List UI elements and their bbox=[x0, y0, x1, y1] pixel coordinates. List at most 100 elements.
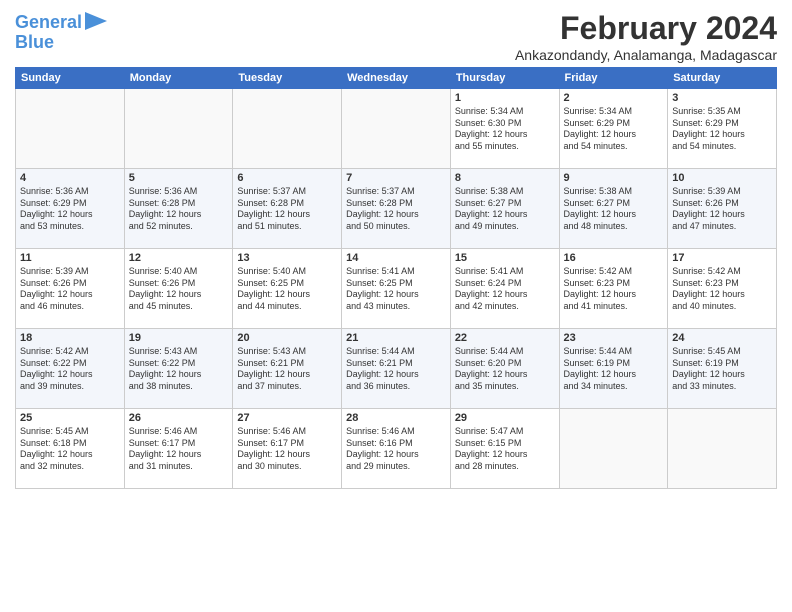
day-number: 22 bbox=[455, 332, 555, 344]
calendar-cell: 20 Sunrise: 5:43 AM Sunset: 6:21 PM Dayli… bbox=[233, 329, 342, 409]
col-header-sunday: Sunday bbox=[16, 68, 125, 89]
calendar-cell: 22 Sunrise: 5:44 AM Sunset: 6:20 PM Dayli… bbox=[450, 329, 559, 409]
col-header-monday: Monday bbox=[124, 68, 233, 89]
week-row-3: 18 Sunrise: 5:42 AM Sunset: 6:22 PM Dayli… bbox=[16, 329, 777, 409]
calendar-cell bbox=[559, 409, 668, 489]
calendar-cell: 24 Sunrise: 5:45 AM Sunset: 6:19 PM Dayli… bbox=[668, 329, 777, 409]
day-info: Sunrise: 5:38 AM Sunset: 6:27 PM Dayligh… bbox=[455, 186, 555, 233]
calendar-cell: 3 Sunrise: 5:35 AM Sunset: 6:29 PM Daylig… bbox=[668, 89, 777, 169]
day-info: Sunrise: 5:43 AM Sunset: 6:21 PM Dayligh… bbox=[237, 346, 337, 393]
calendar-cell: 23 Sunrise: 5:44 AM Sunset: 6:19 PM Dayli… bbox=[559, 329, 668, 409]
week-row-0: 1 Sunrise: 5:34 AM Sunset: 6:30 PM Daylig… bbox=[16, 89, 777, 169]
week-row-4: 25 Sunrise: 5:45 AM Sunset: 6:18 PM Dayli… bbox=[16, 409, 777, 489]
calendar-cell: 19Sunrise: 5:43 AM Sunset: 6:22 PM Dayli… bbox=[124, 329, 233, 409]
day-number: 20 bbox=[237, 332, 337, 344]
day-number: 21 bbox=[346, 332, 446, 344]
calendar-cell: 18 Sunrise: 5:42 AM Sunset: 6:22 PM Dayli… bbox=[16, 329, 125, 409]
day-number: 23 bbox=[564, 332, 664, 344]
day-number: 29 bbox=[455, 412, 555, 424]
calendar-cell: 5 Sunrise: 5:36 AM Sunset: 6:28 PM Daylig… bbox=[124, 169, 233, 249]
col-header-tuesday: Tuesday bbox=[233, 68, 342, 89]
day-info: Sunrise: 5:42 AM Sunset: 6:22 PM Dayligh… bbox=[20, 346, 120, 393]
day-info: Sunrise: 5:39 AM Sunset: 6:26 PM Dayligh… bbox=[20, 266, 120, 313]
col-header-wednesday: Wednesday bbox=[342, 68, 451, 89]
day-info: Sunrise: 5:42 AM Sunset: 6:23 PM Dayligh… bbox=[672, 266, 772, 313]
day-info: Sunrise: 5:46 AM Sunset: 6:17 PM Dayligh… bbox=[237, 426, 337, 473]
calendar-cell: 11Sunrise: 5:39 AM Sunset: 6:26 PM Dayli… bbox=[16, 249, 125, 329]
day-number: 8 bbox=[455, 172, 555, 184]
day-number: 12 bbox=[129, 252, 229, 264]
calendar-cell: 9 Sunrise: 5:38 AM Sunset: 6:27 PM Daylig… bbox=[559, 169, 668, 249]
calendar-cell bbox=[233, 89, 342, 169]
day-info: Sunrise: 5:35 AM Sunset: 6:29 PM Dayligh… bbox=[672, 106, 772, 153]
day-info: Sunrise: 5:47 AM Sunset: 6:15 PM Dayligh… bbox=[455, 426, 555, 473]
calendar-cell bbox=[16, 89, 125, 169]
logo-blue-text: Blue bbox=[15, 33, 54, 53]
calendar-table: SundayMondayTuesdayWednesdayThursdayFrid… bbox=[15, 67, 777, 489]
day-number: 3 bbox=[672, 92, 772, 104]
day-info: Sunrise: 5:44 AM Sunset: 6:19 PM Dayligh… bbox=[564, 346, 664, 393]
day-info: Sunrise: 5:43 AM Sunset: 6:22 PM Dayligh… bbox=[129, 346, 229, 393]
calendar-cell bbox=[342, 89, 451, 169]
day-number: 13 bbox=[237, 252, 337, 264]
calendar-cell: 8 Sunrise: 5:38 AM Sunset: 6:27 PM Daylig… bbox=[450, 169, 559, 249]
calendar-cell: 6 Sunrise: 5:37 AM Sunset: 6:28 PM Daylig… bbox=[233, 169, 342, 249]
day-info: Sunrise: 5:37 AM Sunset: 6:28 PM Dayligh… bbox=[237, 186, 337, 233]
day-number: 26 bbox=[129, 412, 229, 424]
day-number: 2 bbox=[564, 92, 664, 104]
calendar-cell: 1 Sunrise: 5:34 AM Sunset: 6:30 PM Daylig… bbox=[450, 89, 559, 169]
day-number: 7 bbox=[346, 172, 446, 184]
calendar-cell: 4 Sunrise: 5:36 AM Sunset: 6:29 PM Daylig… bbox=[16, 169, 125, 249]
day-number: 14 bbox=[346, 252, 446, 264]
day-number: 15 bbox=[455, 252, 555, 264]
title-block: February 2024 Ankazondandy, Analamanga, … bbox=[515, 10, 777, 63]
calendar-cell: 15Sunrise: 5:41 AM Sunset: 6:24 PM Dayli… bbox=[450, 249, 559, 329]
day-info: Sunrise: 5:34 AM Sunset: 6:30 PM Dayligh… bbox=[455, 106, 555, 153]
calendar-cell: 12 Sunrise: 5:40 AM Sunset: 6:26 PM Dayli… bbox=[124, 249, 233, 329]
day-info: Sunrise: 5:46 AM Sunset: 6:17 PM Dayligh… bbox=[129, 426, 229, 473]
day-number: 1 bbox=[455, 92, 555, 104]
col-header-friday: Friday bbox=[559, 68, 668, 89]
calendar-cell: 17 Sunrise: 5:42 AM Sunset: 6:23 PM Dayli… bbox=[668, 249, 777, 329]
calendar-cell: 28Sunrise: 5:46 AM Sunset: 6:16 PM Dayli… bbox=[342, 409, 451, 489]
logo-text: General bbox=[15, 13, 82, 33]
day-info: Sunrise: 5:34 AM Sunset: 6:29 PM Dayligh… bbox=[564, 106, 664, 153]
header: General Blue February 2024 Ankazondandy,… bbox=[15, 10, 777, 63]
calendar-cell: 14 Sunrise: 5:41 AM Sunset: 6:25 PM Dayli… bbox=[342, 249, 451, 329]
day-number: 24 bbox=[672, 332, 772, 344]
calendar-cell: 27Sunrise: 5:46 AM Sunset: 6:17 PM Dayli… bbox=[233, 409, 342, 489]
day-info: Sunrise: 5:45 AM Sunset: 6:19 PM Dayligh… bbox=[672, 346, 772, 393]
day-info: Sunrise: 5:44 AM Sunset: 6:20 PM Dayligh… bbox=[455, 346, 555, 393]
day-info: Sunrise: 5:44 AM Sunset: 6:21 PM Dayligh… bbox=[346, 346, 446, 393]
day-number: 25 bbox=[20, 412, 120, 424]
calendar-cell: 25 Sunrise: 5:45 AM Sunset: 6:18 PM Dayli… bbox=[16, 409, 125, 489]
day-number: 16 bbox=[564, 252, 664, 264]
day-number: 17 bbox=[672, 252, 772, 264]
calendar-cell: 2 Sunrise: 5:34 AM Sunset: 6:29 PM Daylig… bbox=[559, 89, 668, 169]
day-number: 4 bbox=[20, 172, 120, 184]
day-info: Sunrise: 5:42 AM Sunset: 6:23 PM Dayligh… bbox=[564, 266, 664, 313]
day-number: 5 bbox=[129, 172, 229, 184]
page-container: General Blue February 2024 Ankazondandy,… bbox=[0, 0, 792, 499]
day-number: 10 bbox=[672, 172, 772, 184]
day-info: Sunrise: 5:37 AM Sunset: 6:28 PM Dayligh… bbox=[346, 186, 446, 233]
week-row-2: 11Sunrise: 5:39 AM Sunset: 6:26 PM Dayli… bbox=[16, 249, 777, 329]
day-info: Sunrise: 5:45 AM Sunset: 6:18 PM Dayligh… bbox=[20, 426, 120, 473]
day-number: 28 bbox=[346, 412, 446, 424]
logo: General Blue bbox=[15, 10, 107, 53]
day-info: Sunrise: 5:36 AM Sunset: 6:28 PM Dayligh… bbox=[129, 186, 229, 233]
calendar-cell: 10 Sunrise: 5:39 AM Sunset: 6:26 PM Dayli… bbox=[668, 169, 777, 249]
calendar-cell: 21 Sunrise: 5:44 AM Sunset: 6:21 PM Dayli… bbox=[342, 329, 451, 409]
calendar-cell: 29 Sunrise: 5:47 AM Sunset: 6:15 PM Dayli… bbox=[450, 409, 559, 489]
day-number: 9 bbox=[564, 172, 664, 184]
day-info: Sunrise: 5:36 AM Sunset: 6:29 PM Dayligh… bbox=[20, 186, 120, 233]
day-info: Sunrise: 5:39 AM Sunset: 6:26 PM Dayligh… bbox=[672, 186, 772, 233]
day-info: Sunrise: 5:41 AM Sunset: 6:25 PM Dayligh… bbox=[346, 266, 446, 313]
logo-arrow-icon bbox=[85, 12, 107, 30]
day-info: Sunrise: 5:40 AM Sunset: 6:26 PM Dayligh… bbox=[129, 266, 229, 313]
calendar-cell: 13Sunrise: 5:40 AM Sunset: 6:25 PM Dayli… bbox=[233, 249, 342, 329]
day-number: 6 bbox=[237, 172, 337, 184]
day-info: Sunrise: 5:38 AM Sunset: 6:27 PM Dayligh… bbox=[564, 186, 664, 233]
col-header-saturday: Saturday bbox=[668, 68, 777, 89]
day-number: 18 bbox=[20, 332, 120, 344]
